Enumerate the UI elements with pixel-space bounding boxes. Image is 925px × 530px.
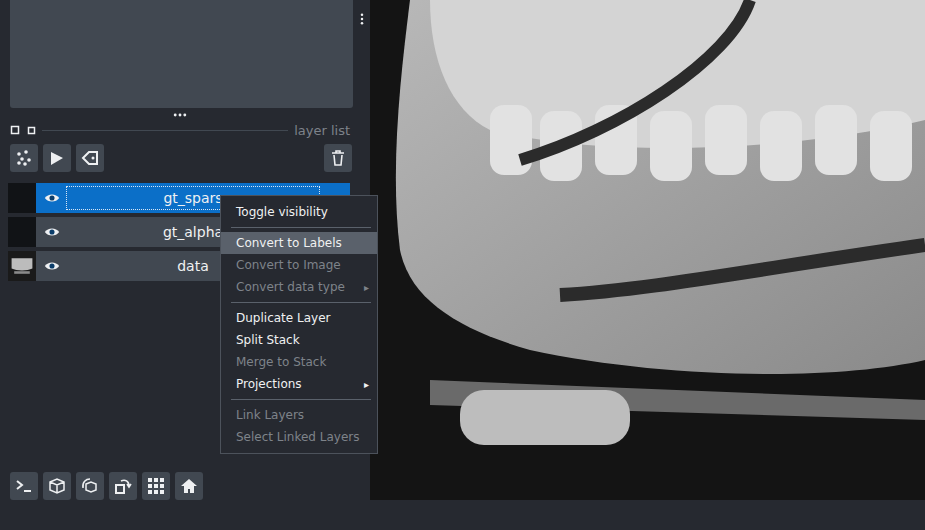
tag-icon (80, 148, 100, 168)
layer-thumbnail (8, 217, 36, 247)
submenu-arrow: ▸ (364, 379, 369, 390)
menu-item[interactable]: Projections▸ (221, 373, 377, 395)
menu-item: Select Linked Layers (221, 426, 377, 448)
menu-item[interactable]: Toggle visibility (221, 201, 377, 223)
submenu-arrow: ▸ (364, 282, 369, 293)
layer-thumbnail (8, 251, 36, 281)
vertical-dots-icon (355, 12, 369, 26)
menu-item: Convert data type▸ (221, 276, 377, 298)
layer-list-header: layer list (0, 122, 370, 138)
grid-icon (146, 476, 166, 496)
menu-separator (231, 399, 371, 400)
rotate-cube-icon (80, 476, 100, 496)
napari-window: layer listgt_sparsgt_alphadataToggle vis… (0, 0, 925, 530)
trash-icon (328, 148, 348, 168)
terminal-icon (14, 476, 34, 496)
points-icon (14, 148, 34, 168)
transpose-icon (113, 476, 133, 496)
layer-thumbnail (8, 183, 36, 213)
eye-icon (44, 258, 60, 274)
new-shapes-button[interactable] (43, 144, 71, 172)
new-labels-button[interactable] (76, 144, 104, 172)
menu-item[interactable]: Split Stack (221, 329, 377, 351)
layer-list-label: layer list (294, 123, 350, 138)
menu-item[interactable]: Convert to Labels (221, 232, 377, 254)
menu-item[interactable]: Duplicate Layer (221, 307, 377, 329)
home-icon (179, 476, 199, 496)
delete-layer-button[interactable] (324, 144, 352, 172)
viewer-buttons (0, 472, 370, 530)
viewer-canvas[interactable] (370, 0, 925, 500)
transpose-button[interactable] (109, 472, 137, 500)
splitter-handle[interactable] (0, 108, 370, 122)
menu-separator (231, 227, 371, 228)
xray-image (370, 0, 925, 500)
ndisplay-button[interactable] (43, 472, 71, 500)
menu-item: Link Layers (221, 404, 377, 426)
menu-item: Merge to Stack (221, 351, 377, 373)
new-points-button[interactable] (10, 144, 38, 172)
context-menu: Toggle visibilityConvert to LabelsConver… (220, 195, 378, 454)
visibility-toggle[interactable] (38, 190, 66, 206)
visibility-toggle[interactable] (38, 258, 66, 274)
horizontal-dots-icon (172, 107, 188, 123)
menu-separator (231, 302, 371, 303)
layer-buttons (0, 138, 370, 172)
shapes-icon (47, 148, 67, 168)
image-thumbnail-icon (9, 253, 35, 279)
float-icon (10, 125, 20, 135)
grid-button[interactable] (142, 472, 170, 500)
layer-controls (10, 0, 353, 108)
menu-item: Convert to Image (221, 254, 377, 276)
home-button[interactable] (175, 472, 203, 500)
close-panel-icon (26, 125, 36, 135)
console-button[interactable] (10, 472, 38, 500)
roll-button[interactable] (76, 472, 104, 500)
eye-icon (44, 224, 60, 240)
visibility-toggle[interactable] (38, 224, 66, 240)
eye-icon (44, 190, 60, 206)
dock-handle[interactable] (353, 0, 370, 108)
cube-icon (47, 476, 67, 496)
